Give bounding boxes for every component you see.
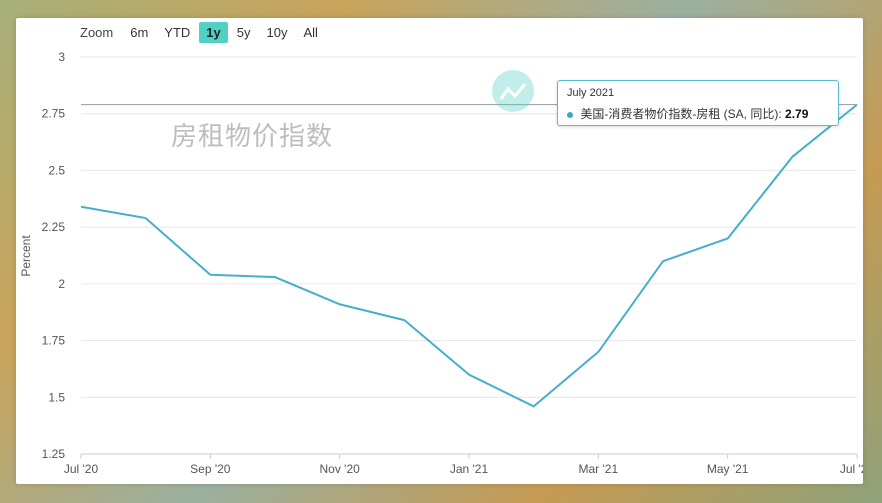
- tooltip-date: July 2021: [567, 87, 615, 99]
- x-tick-label: Jul '21: [840, 462, 863, 476]
- y-tick-label: 2.75: [42, 107, 66, 121]
- logo-circle-icon: [492, 70, 534, 112]
- x-tick-label: Sep '20: [190, 462, 231, 476]
- y-tick-label: 1.25: [42, 447, 66, 461]
- x-tick-label: Mar '21: [579, 462, 619, 476]
- y-tick-label: 2: [58, 277, 65, 291]
- tooltip-row: 美国-消费者物价指数-房租 (SA, 同比): 2.79: [567, 105, 808, 122]
- chart-card: Zoom 6m YTD 1y 5y 10y All 1.25 1.5 1.75 2 2.…: [16, 18, 863, 484]
- x-tick-label: Nov '20: [320, 462, 361, 476]
- x-axis: Jul '20 Sep '20 Nov '20 Jan '21 Mar '21 May '…: [64, 453, 863, 476]
- y-tick-label: 1.75: [42, 334, 66, 348]
- tooltip-series-name: 美国-消费者物价指数-房租 (SA, 同比):: [580, 107, 782, 121]
- x-tick-label: Jul '20: [64, 462, 99, 476]
- watermark-logo: [492, 70, 534, 112]
- tooltip: July 2021 美国-消费者物价指数-房租 (SA, 同比): 2.79: [557, 80, 839, 126]
- y-axis-title: Percent: [19, 235, 33, 277]
- watermark-title: 房租物价指数: [171, 121, 334, 151]
- y-axis: 1.25 1.5 1.75 2 2.25 2.5 2.75 3: [42, 50, 66, 461]
- y-tick-label: 1.5: [48, 390, 65, 404]
- y-tick-label: 2.5: [48, 163, 65, 177]
- x-tick-label: Jan '21: [450, 462, 489, 476]
- series-dot-icon: [567, 111, 573, 118]
- tooltip-value: 2.79: [785, 107, 809, 121]
- y-tick-label: 3: [58, 50, 65, 64]
- y-tick-label: 2.25: [42, 220, 66, 234]
- x-tick-label: May '21: [707, 462, 749, 476]
